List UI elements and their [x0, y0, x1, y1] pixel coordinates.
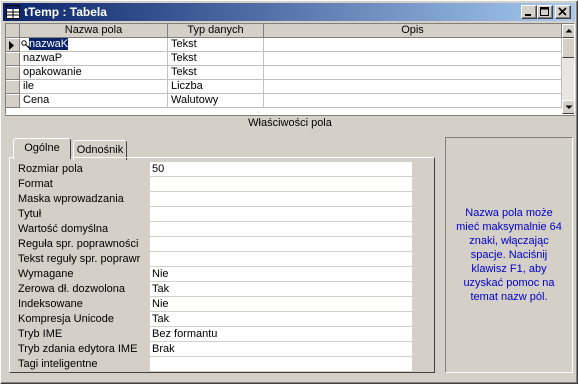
table-row[interactable]: ile Liczba — [6, 80, 562, 94]
property-label: Format — [18, 178, 53, 190]
property-row[interactable]: Wartość domyślna — [10, 222, 412, 237]
property-value-field[interactable]: Tak — [150, 282, 412, 296]
scroll-thumb[interactable] — [562, 38, 574, 58]
field-name-cell[interactable]: nazwaK — [20, 38, 168, 52]
header-data-type[interactable]: Typ danych — [168, 24, 264, 38]
property-label: Wartość domyślna — [18, 223, 109, 235]
property-row[interactable]: Indeksowane Nie — [10, 297, 412, 312]
property-row[interactable]: Zerowa dł. dozwolona Tak — [10, 282, 412, 297]
field-name-cell[interactable]: ile — [20, 80, 168, 94]
property-value-field[interactable] — [150, 222, 412, 236]
property-label: Tekst reguły spr. poprawr — [18, 253, 141, 265]
row-selector[interactable] — [6, 80, 20, 94]
property-row[interactable]: Tryb zdania edytora IME Brak — [10, 342, 412, 357]
minimize-icon — [525, 14, 531, 16]
property-value-field[interactable] — [150, 177, 412, 191]
header-description[interactable]: Opis — [264, 24, 562, 38]
property-row[interactable]: Wymagane Nie — [10, 267, 412, 282]
property-value-field[interactable]: Bez formantu — [150, 327, 412, 341]
property-value-field[interactable]: Brak — [150, 342, 412, 356]
scroll-up-button[interactable] — [562, 24, 574, 38]
property-row[interactable]: Reguła spr. poprawności — [10, 237, 412, 252]
header-field-name[interactable]: Nazwa pola — [20, 24, 168, 38]
property-row[interactable]: Tekst reguły spr. poprawr — [10, 252, 412, 267]
table-row[interactable]: nazwaK Tekst — [6, 38, 562, 52]
table-icon — [6, 5, 20, 19]
property-label: Tryb zdania edytora IME — [18, 343, 138, 355]
grid-vertical-scrollbar[interactable] — [562, 24, 574, 114]
field-name-text: nazwaK — [29, 38, 69, 50]
row-selector[interactable] — [6, 94, 20, 108]
property-row[interactable]: Maska wprowadzania — [10, 192, 412, 207]
table-row[interactable]: Cena Walutowy — [6, 94, 562, 108]
property-value-field[interactable]: 50 — [150, 162, 412, 176]
property-value-field[interactable] — [150, 252, 412, 266]
data-type-cell[interactable]: Tekst — [168, 38, 264, 52]
primary-key-icon — [21, 40, 31, 50]
property-row[interactable]: Rozmiar pola 50 — [10, 162, 412, 177]
close-button[interactable] — [555, 5, 571, 19]
help-text: Nazwa pola może mieć maksymalnie 64 znak… — [456, 207, 562, 303]
table-row[interactable]: opakowanie Tekst — [6, 66, 562, 80]
tab-general[interactable]: Ogólne — [13, 138, 71, 159]
description-cell[interactable] — [264, 38, 562, 52]
scroll-down-arrow-icon — [565, 105, 573, 109]
property-label: Maska wprowadzania — [18, 193, 124, 205]
description-cell[interactable] — [264, 66, 562, 80]
field-properties-header: Właściwości pola — [5, 115, 575, 131]
property-label: Tytuł — [18, 208, 42, 220]
data-type-cell[interactable]: Walutowy — [168, 94, 264, 108]
property-value-field[interactable]: Nie — [150, 267, 412, 281]
property-label: Tagi inteligentne — [18, 358, 98, 370]
property-label: Wymagane — [18, 268, 74, 280]
property-row[interactable]: Format — [10, 177, 412, 192]
property-value-field[interactable] — [150, 192, 412, 206]
property-label: Rozmiar pola — [18, 163, 83, 175]
property-label: Kompresja Unicode — [18, 313, 114, 325]
description-cell[interactable] — [264, 94, 562, 108]
table-design-window: tTemp : Tabela Nazwa pola Typ danych Opi… — [0, 0, 578, 384]
window-title: tTemp : Tabela — [24, 5, 107, 19]
property-value-field[interactable] — [150, 237, 412, 251]
property-label: Reguła spr. poprawności — [18, 238, 139, 250]
description-cell[interactable] — [264, 52, 562, 66]
data-type-cell[interactable]: Liczba — [168, 80, 264, 94]
scroll-down-button[interactable] — [562, 100, 574, 114]
property-row[interactable]: Tryb IME Bez formantu — [10, 327, 412, 342]
close-icon — [558, 7, 567, 16]
grid-corner — [6, 24, 20, 38]
field-name-cell[interactable]: nazwaP — [20, 52, 168, 66]
field-design-grid: Nazwa pola Typ danych Opis nazwaK Tekst … — [5, 23, 575, 115]
property-label: Tryb IME — [18, 328, 63, 340]
row-selector[interactable] — [6, 66, 20, 80]
maximize-icon — [540, 7, 549, 16]
table-row[interactable]: nazwaP Tekst — [6, 52, 562, 66]
scroll-up-arrow-icon — [565, 29, 573, 33]
property-label: Indeksowane — [18, 298, 83, 310]
row-selector[interactable] — [6, 52, 20, 66]
property-row[interactable]: Tagi inteligentne — [10, 357, 412, 372]
maximize-button[interactable] — [537, 5, 553, 19]
property-value-field[interactable] — [150, 357, 412, 371]
data-type-cell[interactable]: Tekst — [168, 52, 264, 66]
property-row[interactable]: Tytuł — [10, 207, 412, 222]
property-value-field[interactable]: Nie — [150, 297, 412, 311]
general-properties-panel: Rozmiar pola 50 Format Maska wprowadzani… — [9, 157, 435, 373]
help-panel: Nazwa pola może mieć maksymalnie 64 znak… — [445, 137, 573, 373]
minimize-button[interactable] — [521, 5, 537, 19]
description-cell[interactable] — [264, 80, 562, 94]
data-type-cell[interactable]: Tekst — [168, 66, 264, 80]
property-value-field[interactable]: Tak — [150, 312, 412, 326]
row-selector[interactable] — [6, 38, 20, 52]
field-name-cell[interactable]: opakowanie — [20, 66, 168, 80]
property-value-field[interactable] — [150, 207, 412, 221]
current-row-arrow-icon — [9, 41, 14, 50]
title-bar[interactable]: tTemp : Tabela — [3, 3, 575, 21]
field-name-cell[interactable]: Cena — [20, 94, 168, 108]
property-label: Zerowa dł. dozwolona — [18, 283, 126, 295]
property-row[interactable]: Kompresja Unicode Tak — [10, 312, 412, 327]
